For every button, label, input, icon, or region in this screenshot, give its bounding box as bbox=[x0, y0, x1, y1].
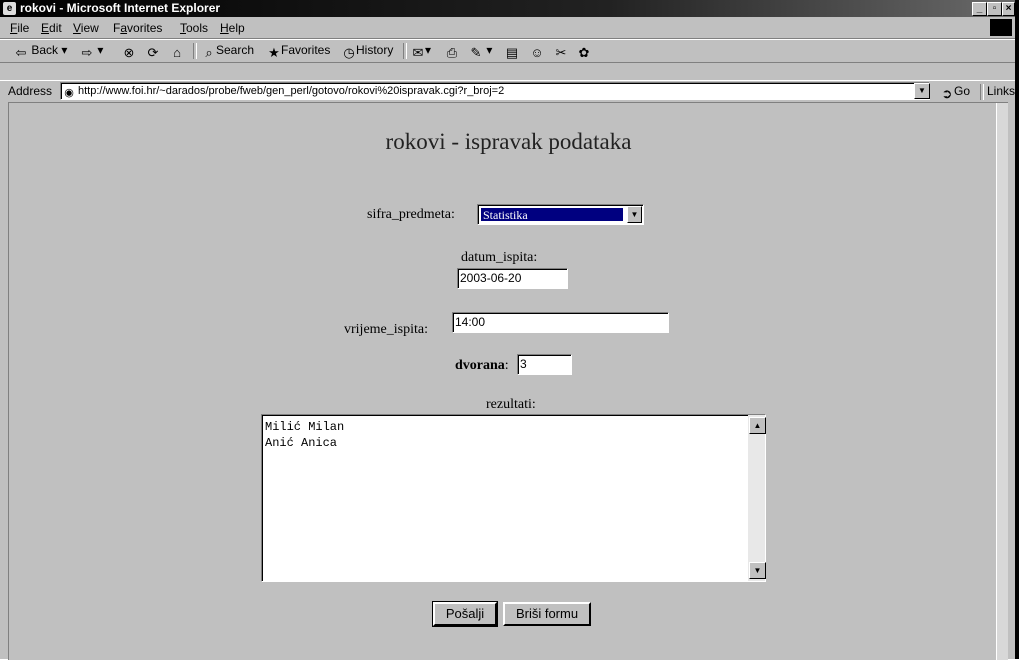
history-button[interactable]: ◷History bbox=[342, 43, 393, 60]
search-button[interactable]: ⌕ Search bbox=[202, 43, 254, 60]
menu-edit[interactable]: Edit bbox=[41, 21, 62, 35]
scroll-up-icon[interactable]: ▲ bbox=[749, 417, 766, 434]
minimize-button[interactable]: _ bbox=[972, 2, 987, 16]
page-content: rokovi - ispravak podataka sifra_predmet… bbox=[8, 102, 1008, 660]
menu-help[interactable]: Help bbox=[220, 21, 245, 35]
history-icon: ◷ bbox=[343, 45, 355, 60]
home-icon: ⌂ bbox=[173, 45, 181, 60]
address-input[interactable]: ◉ http://www.foi.hr/~darados/probe/fweb/g… bbox=[60, 82, 930, 100]
sifra-selected-option: Statistika bbox=[481, 208, 623, 222]
textarea-scrollbar[interactable]: ▲ ▼ bbox=[748, 415, 766, 581]
messenger-icon: ☺ bbox=[530, 45, 544, 60]
links-button[interactable]: Links bbox=[987, 84, 1015, 98]
research-button[interactable]: ✂ bbox=[554, 43, 568, 60]
datum-input[interactable]: 2003-06-20 bbox=[457, 268, 568, 289]
datum-label: datum_ispita: bbox=[461, 250, 538, 265]
close-button[interactable]: × bbox=[1002, 2, 1015, 16]
scroll-down-icon[interactable]: ▼ bbox=[749, 562, 766, 579]
back-arrow-icon: ⇦ bbox=[15, 45, 27, 60]
mail-button[interactable]: ✉ ▾ bbox=[411, 43, 431, 60]
page-scrollbar[interactable] bbox=[996, 103, 1008, 660]
related-icon: ✿ bbox=[578, 45, 590, 60]
windows-logo-icon bbox=[990, 19, 1012, 36]
window-title: rokovi - Microsoft Internet Explorer bbox=[20, 1, 221, 15]
dvorana-input[interactable]: 3 bbox=[517, 354, 572, 375]
rezultati-textarea[interactable]: Milić Milan Anić Anica ▲ ▼ bbox=[261, 414, 766, 582]
address-bar: Address ◉ http://www.foi.hr/~darados/prob… bbox=[0, 80, 1015, 101]
ie-icon: e bbox=[3, 2, 16, 15]
home-button[interactable]: ⌂ bbox=[170, 43, 184, 60]
print-button[interactable]: ⎙ bbox=[445, 43, 459, 60]
chevron-down-icon[interactable]: ▼ bbox=[627, 206, 642, 223]
page-icon: ◉ bbox=[64, 87, 74, 99]
browser-window: e rokovi - Microsoft Internet Explorer _… bbox=[0, 0, 1019, 660]
vrijeme-label: vrijeme_ispita: bbox=[344, 322, 428, 337]
dvorana-label: dvorana: bbox=[455, 358, 509, 373]
research-icon: ✂ bbox=[555, 45, 567, 60]
favorites-icon: ★ bbox=[268, 45, 280, 60]
vrijeme-input[interactable]: 14:00 bbox=[452, 312, 669, 333]
menu-tools[interactable]: Tools bbox=[180, 21, 208, 35]
title-bar: e rokovi - Microsoft Internet Explorer _… bbox=[0, 0, 1015, 17]
menu-file[interactable]: File bbox=[10, 21, 29, 35]
mail-icon: ✉ bbox=[412, 45, 424, 60]
forward-button[interactable]: ⇨ ▾ bbox=[80, 43, 104, 60]
standard-toolbar: ⇦ Back ▾ ⇨ ▾ ⊗ ⟳ ⌂ ⌕ Search ★Favorites ◷H… bbox=[0, 39, 1015, 63]
submit-button[interactable]: Pošalji bbox=[432, 601, 498, 627]
back-button[interactable]: ⇦ Back ▾ bbox=[14, 43, 68, 60]
print-icon: ⎙ bbox=[446, 45, 458, 60]
reset-button[interactable]: Briši formu bbox=[503, 602, 591, 626]
stop-icon: ⊗ bbox=[123, 45, 135, 60]
refresh-icon: ⟳ bbox=[147, 45, 159, 60]
menu-favorites[interactable]: Favorites bbox=[113, 21, 162, 35]
discuss-button[interactable]: ▤ bbox=[505, 43, 519, 60]
refresh-button[interactable]: ⟳ bbox=[146, 43, 160, 60]
discuss-icon: ▤ bbox=[505, 45, 519, 60]
edit-button[interactable]: ✎ ▾ bbox=[469, 43, 493, 60]
go-arrow-icon: ➲ bbox=[941, 86, 953, 101]
stop-button[interactable]: ⊗ bbox=[122, 43, 136, 60]
address-url: http://www.foi.hr/~darados/probe/fweb/ge… bbox=[78, 85, 505, 97]
edit-icon: ✎ bbox=[470, 45, 482, 60]
search-icon: ⌕ bbox=[205, 45, 213, 60]
go-button[interactable]: ➲ Go bbox=[940, 84, 970, 101]
address-dropdown-button[interactable]: ▼ bbox=[914, 83, 930, 99]
forward-arrow-icon: ⇨ bbox=[81, 45, 93, 60]
messenger-button[interactable]: ☺ bbox=[530, 43, 544, 60]
related-button[interactable]: ✿ bbox=[577, 43, 591, 60]
page-heading: rokovi - ispravak podataka bbox=[385, 129, 632, 154]
rezultati-label: rezultati: bbox=[486, 397, 536, 412]
rezultati-text: Milić Milan Anić Anica bbox=[265, 420, 345, 450]
address-label: Address bbox=[8, 84, 53, 98]
maximize-button[interactable]: ▫ bbox=[987, 2, 1002, 16]
sifra-label: sifra_predmeta: bbox=[367, 207, 455, 222]
favorites-button[interactable]: ★Favorites bbox=[267, 43, 330, 60]
sifra-select[interactable]: Statistika ▼ bbox=[477, 204, 644, 225]
menu-view[interactable]: View bbox=[73, 21, 99, 35]
menu-bar: File Edit View Favorites Tools Help bbox=[0, 18, 1015, 39]
